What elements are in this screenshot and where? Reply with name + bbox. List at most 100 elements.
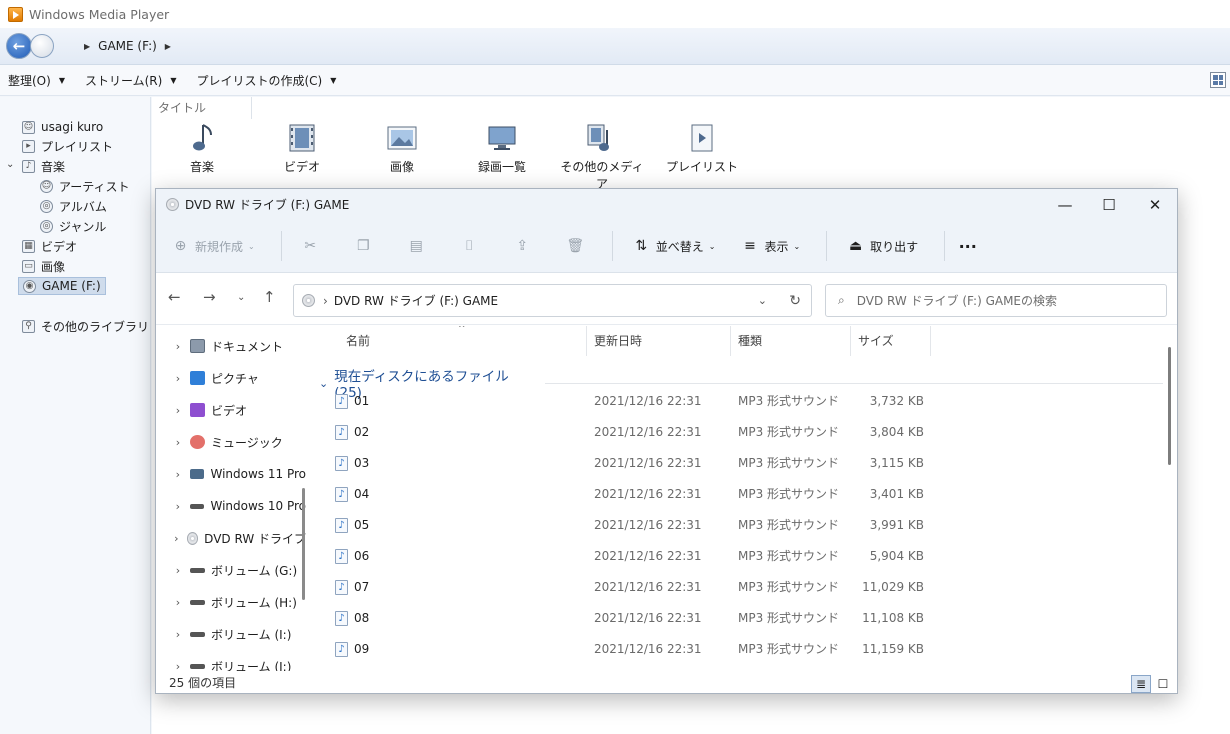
search-icon: ⌕ [838, 293, 845, 307]
eject-button[interactable]: ⏏ 取り出す [847, 238, 918, 255]
menu-stream[interactable]: ストリーム(R) ▼ [85, 72, 177, 89]
share-button[interactable]: ⇪ [514, 238, 537, 254]
sidebar-item-music[interactable]: ♪ 音楽 [22, 157, 65, 175]
library-tile-picture[interactable]: 画像 [357, 123, 447, 175]
library-tile-other-media[interactable]: その他のメディア [557, 123, 647, 192]
close-button[interactable]: ✕ [1132, 189, 1178, 220]
navigation-scrollbar[interactable] [302, 488, 305, 600]
nav-item-music[interactable]: › ミュージック [156, 430, 306, 454]
chevron-right-icon[interactable]: › [166, 628, 190, 641]
library-tile-playlist[interactable]: プレイリスト [657, 123, 747, 175]
chevron-right-icon[interactable]: › [166, 436, 190, 449]
chevron-right-icon[interactable]: › [166, 372, 190, 385]
tiles-view-button[interactable]: ☐ [1153, 675, 1173, 693]
nav-item-documents[interactable]: › ドキュメント [156, 334, 306, 358]
forward-button[interactable] [30, 34, 54, 58]
breadcrumb-item-game[interactable]: GAME (F:) [98, 39, 157, 53]
nav-item-dvd[interactable]: › DVD RW ドライブ [156, 526, 306, 550]
chevron-down-icon: ⌄ [248, 241, 255, 251]
table-row[interactable]: ♪ 09 2021/12/16 22:31 MP3 形式サウンド 11,159 … [313, 633, 1163, 664]
cut-button[interactable]: ✂ [302, 238, 325, 254]
chevron-right-icon[interactable]: › [166, 660, 190, 672]
drive-icon [189, 503, 205, 509]
sidebar-item-user[interactable]: ☺ usagi kuro [22, 118, 103, 136]
nav-item-volume-i[interactable]: › ボリューム (I:) [156, 622, 306, 646]
table-row[interactable]: ♪ 03 2021/12/16 22:31 MP3 形式サウンド 3,115 K… [313, 447, 1163, 478]
details-view-button[interactable]: ≣ [1131, 675, 1151, 693]
nav-item-windows11[interactable]: › Windows 11 Pro [156, 462, 306, 486]
library-tile-video[interactable]: ビデオ [257, 123, 347, 175]
forward-arrow-button[interactable]: → [203, 288, 216, 306]
column-header-type[interactable]: 種類 [731, 326, 851, 356]
table-row[interactable]: ♪ 04 2021/12/16 22:31 MP3 形式サウンド 3,401 K… [313, 478, 1163, 509]
minimize-icon: — [1057, 195, 1073, 214]
explorer-address-bar: ← → ⌄ ↑ › DVD RW ドライブ (F:) GAME ⌄ ↻ ⌕ DV… [156, 273, 1177, 325]
sidebar-item-other-libraries[interactable]: ⚲ その他のライブラリ [22, 317, 149, 335]
minimize-button[interactable]: — [1042, 189, 1088, 220]
music-note-icon: ♪ [22, 159, 35, 173]
nav-item-volume-h[interactable]: › ボリューム (H:) [156, 590, 306, 614]
search-input[interactable]: ⌕ DVD RW ドライブ (F:) GAMEの検索 [825, 284, 1167, 317]
rename-button[interactable]: ⌷ [461, 238, 484, 254]
chevron-right-icon[interactable]: › [166, 404, 190, 417]
delete-button[interactable]: 🗑 [566, 238, 590, 254]
chevron-right-icon[interactable]: › [166, 468, 190, 481]
table-row[interactable]: ♪ 08 2021/12/16 22:31 MP3 形式サウンド 11,108 … [313, 602, 1163, 633]
library-tile-music[interactable]: 音楽 [157, 123, 247, 175]
nav-item-volume-g[interactable]: › ボリューム (G:) [156, 558, 306, 582]
sidebar-item-picture[interactable]: ▭ 画像 [22, 257, 65, 275]
recent-locations-chevron-icon[interactable]: ⌄ [237, 292, 245, 303]
nav-item-volume-j[interactable]: › ボリューム (J:) [156, 654, 306, 672]
sidebar-item-artist[interactable]: ☺ アーティスト [40, 177, 130, 195]
nav-item-videos[interactable]: › ビデオ [156, 398, 306, 422]
sidebar-item-game-drive[interactable]: ◉ GAME (F:) [18, 277, 106, 295]
library-tile-recordings[interactable]: 録画一覧 [457, 123, 547, 175]
address-input[interactable]: › DVD RW ドライブ (F:) GAME ⌄ ↻ [293, 284, 812, 317]
drive-icon [190, 567, 205, 573]
expand-chevron-icon[interactable]: ⌄ [6, 159, 14, 170]
refresh-icon[interactable]: ↻ [789, 293, 801, 309]
chevron-right-icon[interactable]: › [166, 500, 190, 513]
sort-button[interactable]: ⇅ 並べ替え ⌄ [633, 238, 715, 255]
documents-icon [190, 339, 205, 353]
column-header-date[interactable]: 更新日時 [587, 326, 731, 356]
nav-item-windows10[interactable]: › Windows 10 Pro [156, 494, 306, 518]
back-button[interactable]: ← [6, 33, 32, 59]
table-row[interactable]: ♪ 01 2021/12/16 22:31 MP3 形式サウンド 3,732 K… [313, 385, 1163, 416]
chevron-down-icon[interactable]: ⌄ [758, 294, 767, 307]
column-header-name[interactable]: 名前 [339, 326, 587, 356]
up-arrow-button[interactable]: ↑ [263, 288, 276, 306]
nav-item-pictures[interactable]: › ピクチャ [156, 366, 306, 390]
back-arrow-button[interactable]: ← [168, 288, 181, 306]
copy-button[interactable]: ❐ [355, 238, 378, 254]
chevron-right-icon[interactable]: › [166, 532, 187, 545]
table-row[interactable]: ♪ 02 2021/12/16 22:31 MP3 形式サウンド 3,804 K… [313, 416, 1163, 447]
file-size: 11,159 KB [862, 641, 924, 656]
new-button[interactable]: ⊕ 新規作成 ⌄ [172, 238, 255, 255]
view-options-icon[interactable] [1210, 72, 1226, 88]
menu-organize[interactable]: 整理(O) ▼ [8, 72, 65, 89]
column-header-size[interactable]: サイズ [851, 326, 931, 356]
sidebar-item-playlist[interactable]: ▸ プレイリスト [22, 137, 113, 155]
menu-create-playlist[interactable]: プレイリストの作成(C) ▼ [196, 72, 336, 89]
plus-circle-icon: ⊕ [174, 238, 187, 254]
chevron-down-icon[interactable]: ▼ [330, 76, 336, 85]
paste-button[interactable]: ▤ [408, 238, 431, 254]
wmp-logo-icon [8, 6, 23, 22]
sidebar-item-album[interactable]: ◎ アルバム [40, 197, 107, 215]
column-header-title[interactable]: タイトル [152, 97, 252, 119]
sidebar-item-video[interactable]: ▦ ビデオ [22, 237, 77, 255]
chevron-right-icon[interactable]: › [166, 340, 190, 353]
sidebar-item-genre[interactable]: ◎ ジャンル [40, 217, 106, 235]
table-row[interactable]: ♪ 07 2021/12/16 22:31 MP3 形式サウンド 11,029 … [313, 571, 1163, 602]
maximize-button[interactable]: ☐ [1086, 189, 1132, 220]
file-list-scrollbar[interactable] [1168, 347, 1171, 465]
chevron-right-icon[interactable]: › [166, 596, 190, 609]
chevron-right-icon[interactable]: › [166, 564, 190, 577]
table-row[interactable]: ♪ 05 2021/12/16 22:31 MP3 形式サウンド 3,991 K… [313, 509, 1163, 540]
genre-icon: ◎ [40, 219, 53, 233]
view-button[interactable]: ≡ 表示 ⌄ [741, 238, 800, 255]
table-row[interactable]: ♪ 06 2021/12/16 22:31 MP3 形式サウンド 5,904 K… [313, 540, 1163, 571]
breadcrumb-arrow-icon[interactable]: ▶ [165, 42, 171, 51]
more-options-button[interactable]: ··· [959, 237, 982, 256]
